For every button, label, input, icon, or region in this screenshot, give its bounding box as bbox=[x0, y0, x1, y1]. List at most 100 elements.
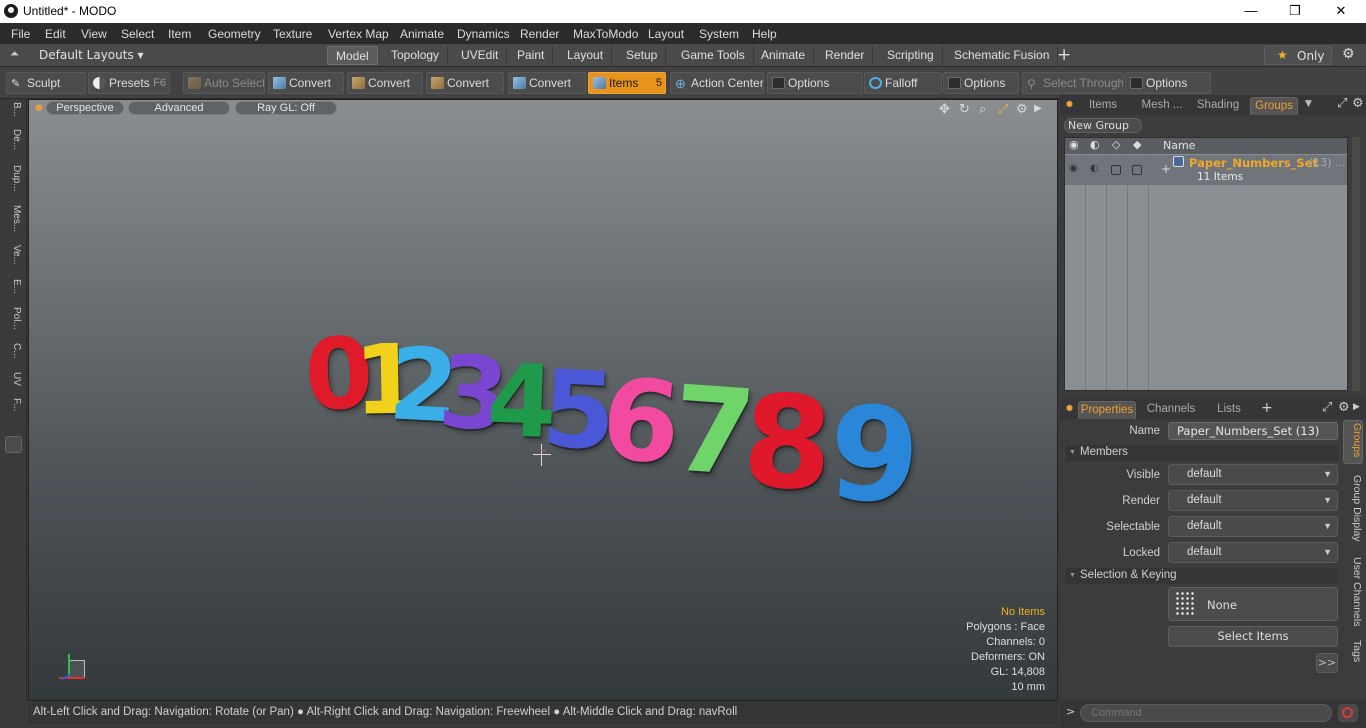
left-tab-uv[interactable]: UV bbox=[4, 372, 22, 386]
raygl-button[interactable]: Ray GL: Off bbox=[235, 101, 337, 115]
tab-render[interactable]: Render bbox=[817, 46, 874, 65]
selectable-dropdown[interactable]: default ▼ bbox=[1168, 516, 1338, 537]
menu-vertex-map[interactable]: Vertex Map bbox=[328, 27, 389, 41]
sculpt-button[interactable]: ✎ Sculpt bbox=[6, 72, 86, 94]
group-list-scrollbar[interactable] bbox=[1352, 137, 1360, 391]
left-tab-curve[interactable]: C... bbox=[4, 343, 22, 359]
group-list[interactable]: ◉ ◐ ◇ ◆ Name ◉ ◐ + Paper_Numbers_Set (13… bbox=[1064, 137, 1348, 391]
side-tab-groups[interactable]: Groups bbox=[1345, 423, 1363, 457]
select-items-button[interactable]: Select Items bbox=[1168, 626, 1338, 647]
tab-scripting[interactable]: Scripting bbox=[879, 46, 943, 65]
left-tab-vertex[interactable]: Ve... bbox=[4, 245, 22, 265]
props-maximize-icon[interactable]: ⤢ bbox=[1322, 400, 1332, 415]
panel-gear-icon[interactable]: ⚙ bbox=[1352, 96, 1364, 111]
render-dropdown[interactable]: default ▼ bbox=[1168, 490, 1338, 511]
row-eye-icon[interactable]: ◉ bbox=[1069, 163, 1078, 174]
minimize-button[interactable]: — bbox=[1228, 0, 1274, 23]
tab-schematic-fusion[interactable]: Schematic Fusion bbox=[946, 46, 1059, 65]
left-strip-toggle[interactable] bbox=[5, 436, 22, 453]
presets-button[interactable]: Presets F6 bbox=[88, 72, 170, 94]
tab-layout[interactable]: Layout bbox=[559, 46, 613, 65]
menu-layout[interactable]: Layout bbox=[648, 27, 684, 41]
tab-model[interactable]: Model bbox=[327, 46, 378, 65]
tab-setup[interactable]: Setup bbox=[618, 46, 667, 65]
left-tab-edge[interactable]: E... bbox=[4, 279, 22, 294]
left-tab-fusion[interactable]: F... bbox=[4, 398, 22, 411]
maximize-panel-icon[interactable]: ⤢ bbox=[1337, 96, 1347, 111]
convert-button-3[interactable]: Convert bbox=[426, 72, 504, 94]
side-tab-tags[interactable]: Tags bbox=[1345, 640, 1363, 662]
zoom-icon[interactable]: ⌕ bbox=[979, 102, 986, 117]
menu-texture[interactable]: Texture bbox=[273, 27, 312, 41]
selection-keying-section[interactable]: Selection & Keying bbox=[1066, 568, 1338, 584]
props-gear-icon[interactable]: ⚙ bbox=[1338, 400, 1350, 415]
restore-button[interactable]: ❐ bbox=[1272, 0, 1318, 23]
none-button[interactable]: None bbox=[1168, 587, 1338, 621]
menu-render[interactable]: Render bbox=[520, 27, 559, 41]
left-tab-mesh-edit[interactable]: Mes... bbox=[4, 205, 22, 232]
add-panel-tab-icon[interactable]: + bbox=[1261, 400, 1273, 416]
row-lock-toggle[interactable] bbox=[1132, 165, 1142, 175]
menu-view[interactable]: View bbox=[81, 27, 107, 41]
default-layouts-dropdown[interactable]: Default Layouts ▾ bbox=[39, 48, 144, 62]
record-button[interactable] bbox=[1338, 704, 1358, 722]
locked-dropdown[interactable]: default ▼ bbox=[1168, 542, 1338, 563]
side-tab-user-channels[interactable]: User Channels bbox=[1345, 557, 1363, 626]
convert-button-2[interactable]: Convert bbox=[347, 72, 423, 94]
group-row[interactable]: ◉ ◐ + Paper_Numbers_Set (13) ... 11 Item… bbox=[1065, 155, 1347, 185]
menu-system[interactable]: System bbox=[699, 27, 739, 41]
name-field[interactable]: Paper_Numbers_Set (13) bbox=[1168, 422, 1338, 440]
tab-lists[interactable]: Lists bbox=[1212, 401, 1246, 419]
convert-button-1[interactable]: Convert bbox=[268, 72, 344, 94]
tab-game-tools[interactable]: Game Tools bbox=[673, 46, 754, 65]
visible-dropdown[interactable]: default ▼ bbox=[1168, 464, 1338, 485]
close-button[interactable]: ✕ bbox=[1318, 0, 1364, 23]
left-tab-polygon[interactable]: Pol... bbox=[4, 307, 22, 330]
tab-channels[interactable]: Channels bbox=[1146, 401, 1196, 419]
members-section[interactable]: Members bbox=[1066, 445, 1338, 461]
left-tab-duplicate[interactable]: Dup... bbox=[4, 165, 22, 192]
menu-select[interactable]: Select bbox=[121, 27, 154, 41]
menu-dynamics[interactable]: Dynamics bbox=[457, 27, 510, 41]
options-button-2[interactable]: Options bbox=[943, 72, 1019, 94]
tab-groups[interactable]: Groups bbox=[1250, 97, 1298, 115]
tab-topology[interactable]: Topology bbox=[383, 46, 449, 65]
row-select-toggle[interactable] bbox=[1111, 165, 1121, 175]
side-tab-group-display[interactable]: Group Display bbox=[1345, 475, 1363, 542]
3d-viewport[interactable]: ● Perspective Advanced Ray GL: Off ✥ ↻ ⌕… bbox=[28, 99, 1058, 701]
tab-properties[interactable]: Properties bbox=[1078, 401, 1136, 419]
expand-icon[interactable]: + bbox=[1161, 162, 1171, 176]
settings-gear-icon[interactable]: ⚙ bbox=[1342, 46, 1355, 62]
falloff-button[interactable]: Falloff bbox=[864, 72, 942, 94]
tab-animate[interactable]: Animate bbox=[753, 46, 815, 65]
fit-icon[interactable]: ⤢ bbox=[998, 102, 1008, 117]
rotate-icon[interactable]: ↻ bbox=[959, 102, 970, 117]
pan-icon[interactable]: ✥ bbox=[939, 102, 950, 117]
convert-button-4[interactable]: Convert bbox=[508, 72, 586, 94]
menu-geometry[interactable]: Geometry bbox=[208, 27, 261, 41]
new-group-button[interactable]: New Group bbox=[1064, 118, 1142, 133]
row-render-icon[interactable]: ◐ bbox=[1090, 163, 1099, 174]
tab-items[interactable]: Items bbox=[1088, 97, 1118, 115]
menu-file[interactable]: File bbox=[11, 27, 30, 41]
only-toggle[interactable]: ★ Only bbox=[1264, 46, 1332, 65]
menu-maxtomodo[interactable]: MaxToModo bbox=[573, 27, 638, 41]
tab-uvedit[interactable]: UVEdit bbox=[453, 46, 508, 65]
tab-shading[interactable]: Shading bbox=[1196, 97, 1240, 115]
options-button-3[interactable]: Options bbox=[1125, 72, 1211, 94]
action-center-button[interactable]: ⊕ Action Center bbox=[670, 72, 764, 94]
command-input[interactable] bbox=[1080, 704, 1332, 722]
menu-animate[interactable]: Animate bbox=[400, 27, 444, 41]
menu-help[interactable]: Help bbox=[752, 27, 777, 41]
props-arrow-icon[interactable]: ▶ bbox=[1353, 402, 1360, 412]
menu-item[interactable]: Item bbox=[168, 27, 191, 41]
perspective-button[interactable]: Perspective bbox=[46, 101, 124, 115]
item-center-marker[interactable] bbox=[533, 444, 551, 466]
tab-paint[interactable]: Paint bbox=[509, 46, 554, 65]
viewport-gear-icon[interactable]: ⚙ bbox=[1016, 102, 1028, 117]
tabs-dropdown-icon[interactable]: ▼ bbox=[1305, 99, 1312, 109]
add-tab-icon[interactable]: + bbox=[1057, 45, 1071, 65]
menu-edit[interactable]: Edit bbox=[45, 27, 66, 41]
viewport-arrow-icon[interactable]: ▶ bbox=[1034, 103, 1042, 114]
items-button[interactable]: Items 5 bbox=[588, 72, 666, 94]
